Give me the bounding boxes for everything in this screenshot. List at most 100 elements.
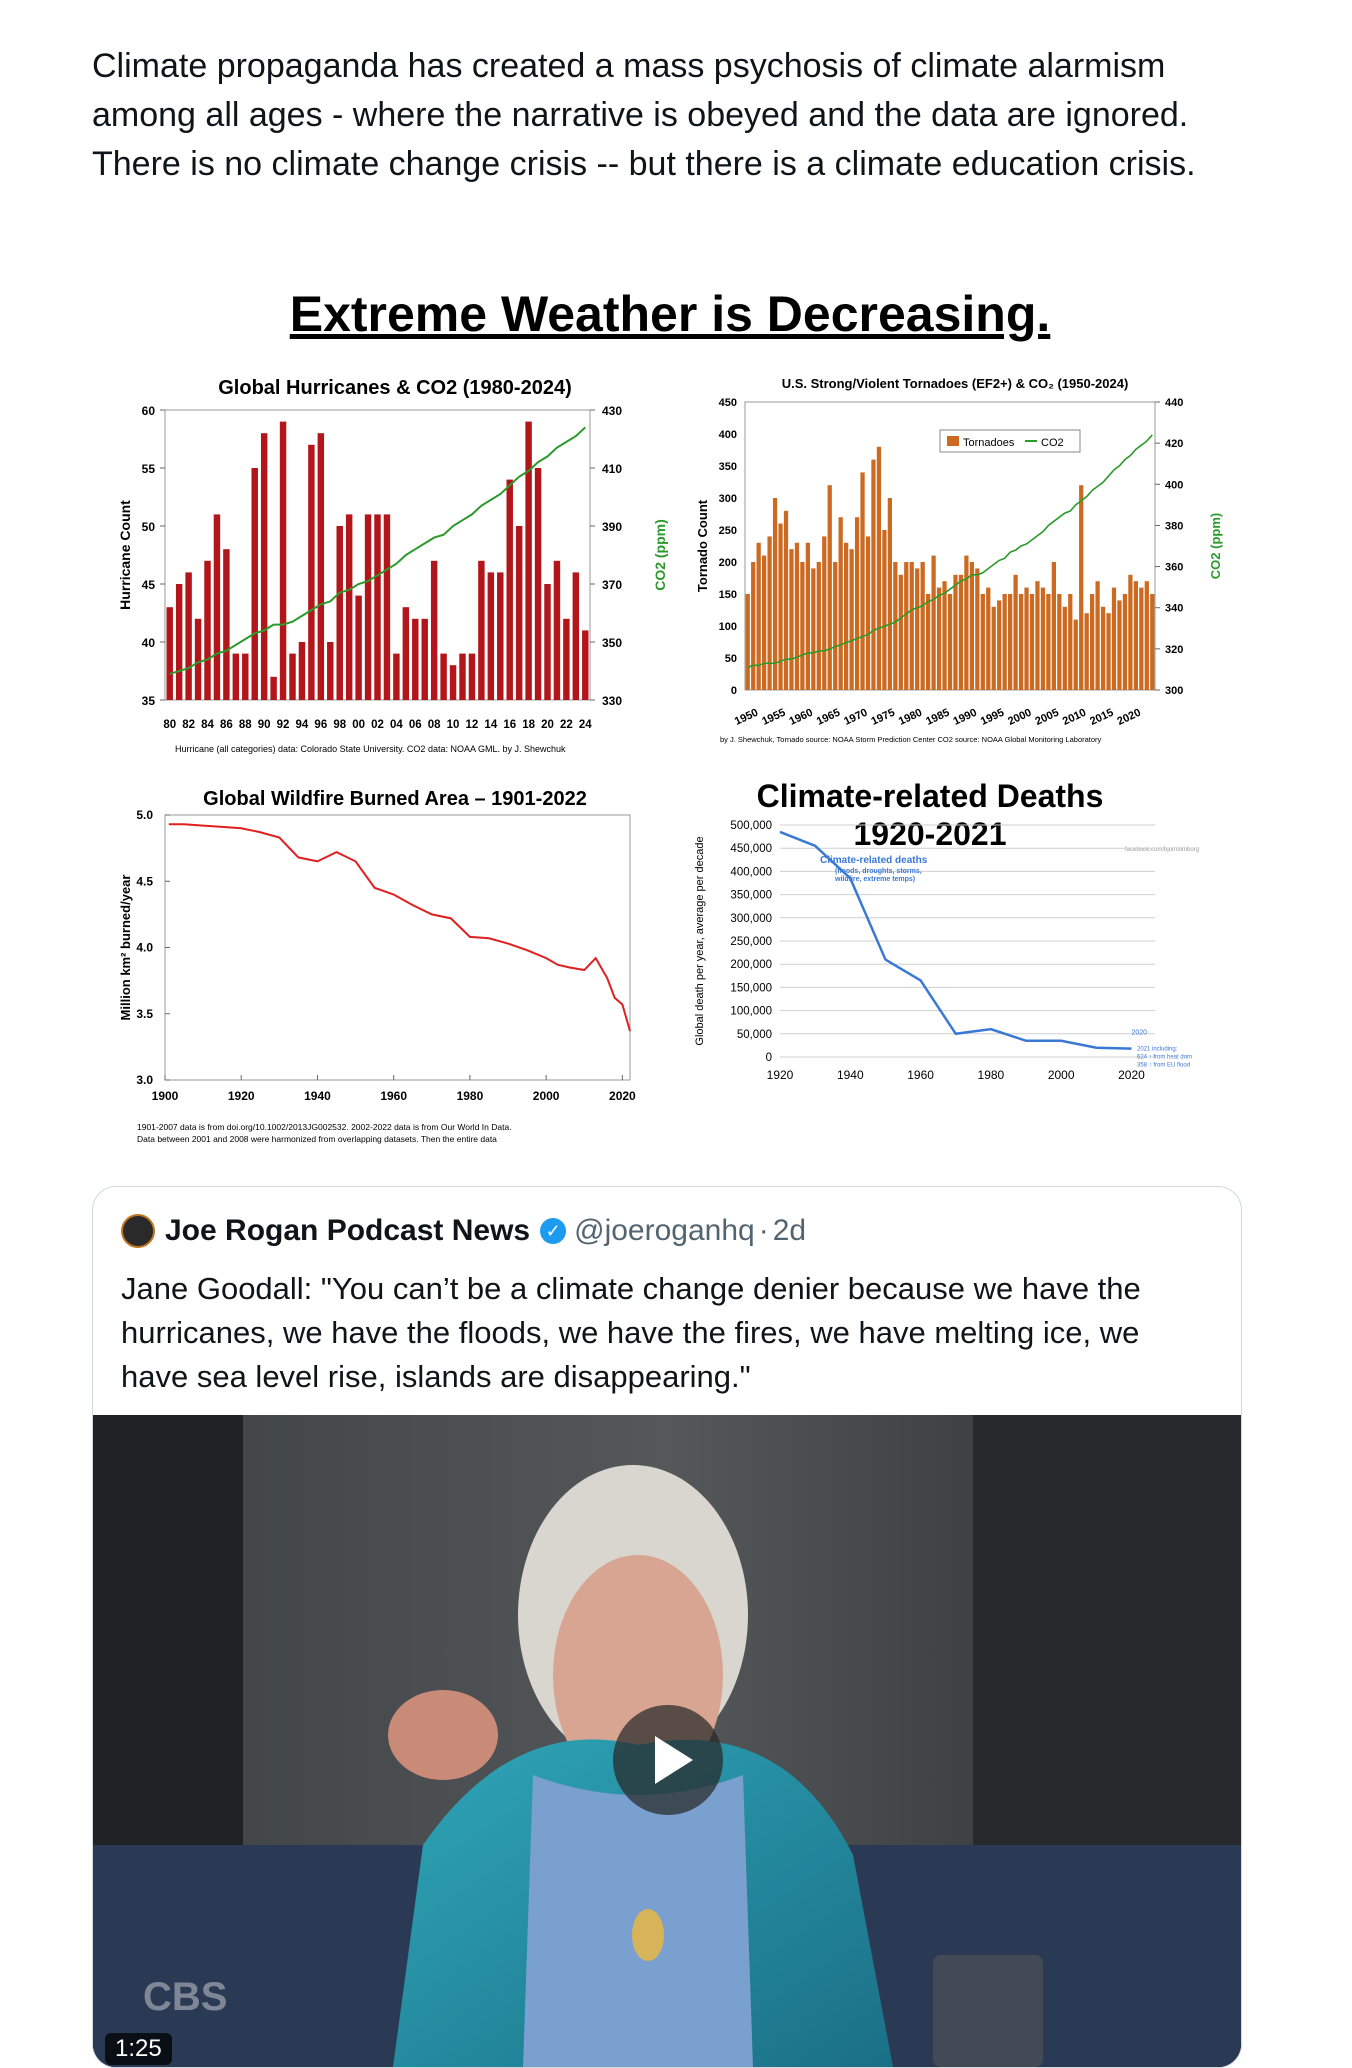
chart-svg: Global Hurricanes & CO2 (1980-2024) 35 40 4…	[117, 377, 668, 754]
tornado-bar	[926, 594, 931, 690]
infographic-image[interactable]: Extreme Weather is Decreasing. Global Hu…	[105, 285, 1235, 1145]
hurricane-bar	[506, 479, 513, 700]
tornado-bar	[909, 562, 914, 690]
x-tick-label: 08	[428, 719, 441, 731]
tornado-bar	[1040, 587, 1046, 690]
annotation-year: 2020	[1131, 1030, 1147, 1037]
x-tick-label: 82	[182, 719, 195, 731]
deaths-chart: Climate-related Deaths 1920-2021 facebook.…	[685, 765, 1230, 1145]
tornado-bar	[1051, 562, 1056, 690]
hurricane-bar	[515, 526, 523, 700]
quoted-post-card[interactable]: Joe Rogan Podcast News ✓ @joeroganhq · 2…	[92, 1186, 1242, 2068]
tornado-bar	[800, 562, 805, 690]
y-tick-label: 100,000	[730, 1006, 772, 1018]
y2-tick-label: 420	[1165, 438, 1183, 450]
hurricane-bar	[393, 653, 400, 700]
x-tick-label: 04	[390, 719, 403, 731]
chart-title: Global Hurricanes & CO2 (1980-2024)	[218, 377, 571, 399]
tornado-chart: U.S. Strong/Violent Tornadoes (EF2+) & C…	[685, 370, 1230, 760]
tornado-bar	[980, 594, 985, 690]
x-tick-label: 02	[371, 719, 384, 731]
tornado-bar	[833, 562, 838, 690]
tornado-bar	[991, 606, 996, 690]
tornado-bar	[1008, 594, 1013, 690]
tornado-bar	[756, 542, 761, 690]
x-tick-label: 1975	[870, 707, 897, 728]
tornado-bar	[1029, 594, 1035, 690]
x-tick-label: 2015	[1088, 707, 1115, 728]
tornado-bar	[898, 574, 903, 690]
y-tick-label: 200	[719, 557, 737, 569]
tornado-bar	[1018, 594, 1024, 690]
y2-tick-label: 380	[1165, 520, 1183, 532]
x-tick-label: 2000	[1006, 707, 1033, 728]
tornado-bar	[887, 498, 892, 690]
x-tick-label: 1950	[733, 707, 760, 728]
x-tick-label: 1960	[380, 1089, 407, 1103]
tornado-bar	[1084, 613, 1089, 690]
legend-sub: (floods, droughts, storms,	[835, 868, 922, 875]
x-tick-label: 1990	[952, 707, 979, 728]
y-axis-label: Tornado Count	[695, 499, 710, 592]
hurricane-bar	[459, 653, 466, 700]
y-tick-label: 150	[719, 589, 737, 601]
tornado-bar	[805, 542, 810, 690]
chart-note: 1901-2007 data is from doi.org/10.1002/2…	[137, 1122, 512, 1132]
x-tick-label: 1940	[304, 1089, 331, 1103]
tornado-bar	[1002, 594, 1007, 690]
chart-title: Climate-related Deaths	[757, 778, 1104, 814]
x-tick-label: 80	[163, 719, 176, 731]
y2-tick-label: 350	[602, 636, 622, 650]
x-tick-label: 06	[409, 719, 422, 731]
y2-tick-label: 330	[602, 694, 622, 708]
play-button[interactable]	[613, 1705, 723, 1815]
tornado-bar	[915, 568, 920, 690]
quoted-post-time[interactable]: 2d	[773, 1214, 806, 1248]
y-tick-label: 40	[142, 636, 156, 650]
quoted-author-name[interactable]: Joe Rogan Podcast News	[165, 1214, 530, 1248]
x-tick-label: 2020	[609, 1089, 636, 1103]
y-tick-label: 3.5	[136, 1007, 153, 1021]
tornado-bar	[969, 562, 974, 690]
tornado-bar	[1024, 587, 1029, 690]
y-tick-label: 450	[719, 397, 737, 409]
y-tick-label: 300,000	[730, 913, 772, 925]
tornado-bar	[822, 536, 827, 690]
plot-frame	[164, 814, 631, 1081]
hurricane-bar	[487, 572, 495, 700]
avatar[interactable]	[121, 1214, 155, 1248]
tornado-bar	[783, 510, 789, 690]
hurricane-bar	[383, 514, 391, 700]
y-axis-label: Global death per year, average per decad…	[694, 836, 706, 1045]
y2-tick-label: 390	[602, 520, 622, 534]
y2-tick-label: 430	[602, 404, 622, 418]
x-tick-label: 10	[447, 719, 460, 731]
tornado-bar	[1100, 606, 1106, 690]
tornado-bar	[904, 562, 909, 690]
hurricane-bar	[534, 468, 542, 700]
x-tick-label: 1900	[152, 1089, 179, 1103]
legend-label: Climate-related deaths	[820, 855, 928, 866]
tornado-bar	[936, 587, 942, 690]
video-player[interactable]: CBS 1:25	[93, 1415, 1241, 2067]
hurricane-bar	[317, 433, 325, 700]
tornado-bar	[871, 459, 876, 690]
tornado-bar	[1122, 594, 1128, 690]
x-tick-label: 1920	[767, 1068, 794, 1082]
tornado-bar	[811, 568, 816, 690]
x-tick-label: 2005	[1034, 707, 1061, 728]
hurricane-bar	[553, 560, 561, 700]
hurricane-bar	[572, 572, 580, 700]
annotation-text: 2021 including:	[1137, 1047, 1178, 1053]
hurricane-bar	[298, 642, 306, 700]
quoted-author-handle[interactable]: @joeroganhq	[574, 1214, 755, 1248]
x-tick-label: 1965	[815, 707, 842, 728]
chart-svg: U.S. Strong/Violent Tornadoes (EF2+) & C…	[695, 376, 1223, 744]
tornado-bar	[893, 562, 898, 690]
cbs-watermark: CBS	[143, 1975, 228, 2019]
hurricane-bar	[364, 514, 372, 700]
y2-axis-label: CO2 (ppm)	[1208, 513, 1223, 579]
x-tick-label: 2010	[1061, 707, 1088, 728]
hurricane-bar	[223, 549, 230, 700]
x-tick-label: 98	[333, 719, 346, 731]
